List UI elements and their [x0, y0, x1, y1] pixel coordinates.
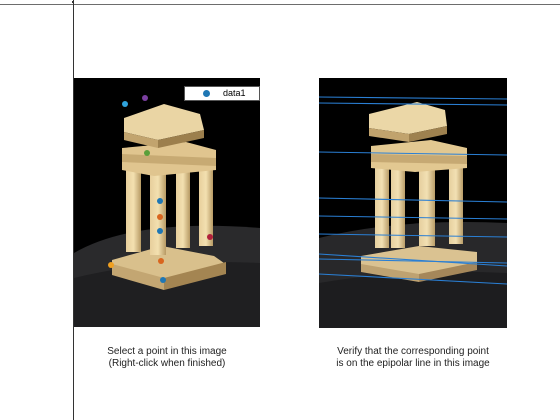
legend-marker-icon: [203, 90, 210, 97]
left-temple-image[interactable]: [74, 78, 260, 327]
selected-point[interactable]: [144, 150, 150, 156]
selected-point[interactable]: [122, 101, 128, 107]
right-temple-image: [319, 78, 507, 328]
selected-point[interactable]: [207, 234, 213, 240]
selected-point[interactable]: [142, 95, 148, 101]
selected-point[interactable]: [157, 228, 163, 234]
selected-point[interactable]: [157, 214, 163, 220]
selected-point[interactable]: [108, 262, 114, 268]
legend-label: data1: [223, 88, 246, 98]
left-caption-line2: (Right-click when finished): [108, 358, 226, 369]
left-caption-line1: Select a point in this image: [107, 346, 227, 357]
right-instruction-caption: Verify that the corresponding point is o…: [319, 346, 507, 370]
axes-top-border: [0, 4, 560, 5]
selected-point[interactable]: [157, 198, 163, 204]
right-image-panel: [319, 78, 507, 328]
right-caption-line2: is on the epipolar line in this image: [336, 358, 490, 369]
axes-corner-mark: [72, 1, 74, 3]
selected-point[interactable]: [160, 277, 166, 283]
legend: data1: [184, 86, 260, 101]
left-instruction-caption: Select a point in this image (Right-clic…: [74, 346, 260, 370]
left-image-panel[interactable]: data1: [74, 78, 260, 327]
right-caption-line1: Verify that the corresponding point: [337, 346, 489, 357]
selected-point[interactable]: [158, 258, 164, 264]
